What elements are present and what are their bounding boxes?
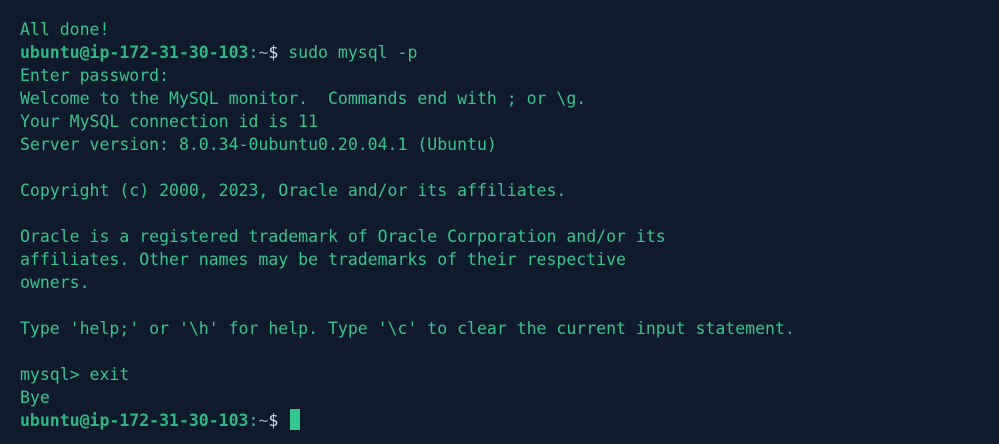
output-line: Welcome to the MySQL monitor. Commands e…	[20, 89, 587, 108]
prompt-symbol: $	[268, 411, 289, 430]
prompt-path: ~	[258, 43, 269, 62]
prompt-line: ubuntu@ip-172-31-30-103:~$ sudo mysql -p	[20, 41, 999, 64]
output-line: All done!	[20, 20, 110, 39]
output-line: Enter password:	[20, 66, 170, 85]
cursor-block	[290, 409, 301, 430]
terminal-window[interactable]: All done! ubuntu@ip-172-31-30-103:~$ sud…	[0, 0, 999, 444]
prompt-user-host: ubuntu@ip-172-31-30-103	[20, 43, 249, 62]
prompt-separator: :	[248, 43, 259, 62]
output-line: Type 'help;' or '\h' for help. Type '\c'…	[20, 319, 795, 338]
prompt-path: ~	[258, 411, 269, 430]
output-line: affiliates. Other names may be trademark…	[20, 250, 626, 269]
prompt-separator: :	[248, 411, 259, 430]
prompt-symbol: $	[268, 43, 289, 62]
output-line: mysql> exit	[20, 365, 130, 384]
output-line: Server version: 8.0.34-0ubuntu0.20.04.1 …	[20, 135, 497, 154]
output-line: owners.	[20, 273, 90, 292]
command-text: sudo mysql -p	[288, 43, 418, 62]
output-line: Bye	[20, 388, 50, 407]
prompt-user-host: ubuntu@ip-172-31-30-103	[20, 411, 249, 430]
active-prompt-line[interactable]: ubuntu@ip-172-31-30-103:~$	[20, 409, 999, 432]
output-line: Oracle is a registered trademark of Orac…	[20, 227, 666, 246]
output-line: Copyright (c) 2000, 2023, Oracle and/or …	[20, 181, 567, 200]
output-line: Your MySQL connection id is 11	[20, 112, 319, 131]
